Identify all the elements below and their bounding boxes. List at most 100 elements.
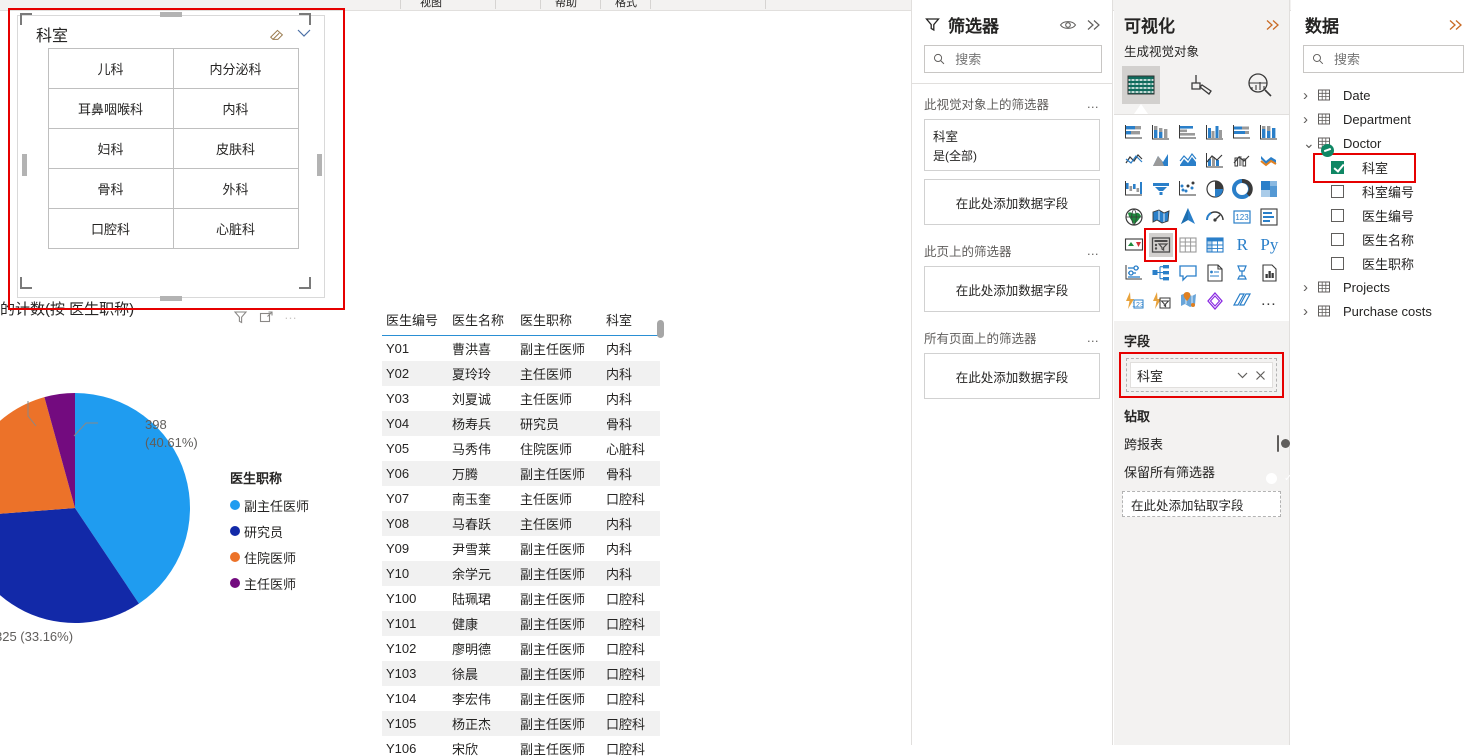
table-row[interactable]: Y101健康副主任医师口腔科 [382,611,660,636]
clustered-bar-chart-icon[interactable] [1174,119,1201,147]
table-row[interactable]: Y100陆珮珺副主任医师口腔科 [382,586,660,611]
table-row[interactable]: Y06万腾副主任医师骨科 [382,461,660,486]
drill-toggle-off[interactable] [1277,435,1279,452]
filled-map-icon[interactable] [1147,203,1174,231]
table-row[interactable]: Y102廖明德副主任医师口腔科 [382,636,660,661]
eraser-icon[interactable] [268,25,286,43]
analytics-icon[interactable] [1241,66,1279,104]
filters-search-input[interactable] [953,51,1093,68]
table-row[interactable]: Y03刘夏诚主任医师内科 [382,386,660,411]
slicer-item[interactable]: 内科 [173,88,299,129]
table-column-header[interactable]: 医生编号 [382,306,448,336]
table-body[interactable]: Y01曹洪喜副主任医师内科Y02夏玲玲主任医师内科Y03刘夏诚主任医师内科Y04… [382,336,660,756]
table-column-header[interactable]: 医生职称 [516,306,602,336]
table-row[interactable]: Y05马秀伟住院医师心脏科 [382,436,660,461]
filters-search-box[interactable] [924,45,1102,73]
azure-map-icon[interactable] [1174,203,1201,231]
slicer-footer-icons[interactable]: … [232,307,342,329]
slicer-item[interactable]: 口腔科 [48,208,174,249]
slicer-item-list[interactable]: 儿科内分泌科耳鼻咽喉科内科妇科皮肤科骨科外科口腔科心脏科 [48,48,298,248]
format-visual-icon[interactable] [1182,66,1220,104]
paginated-report-icon[interactable] [1229,259,1256,287]
python-visual-icon[interactable]: Py [1256,231,1283,259]
line-chart-icon[interactable] [1120,147,1147,175]
data-field-row[interactable]: 医生编号 [1291,203,1474,227]
slicer-visual-container[interactable]: 科室 儿科内分泌科耳鼻咽喉科内科妇科皮肤科骨科外科口腔科心脏科 [8,8,341,304]
treemap-icon[interactable] [1256,175,1283,203]
data-table-department[interactable]: ›Department [1291,107,1474,131]
chevron-double-right-icon[interactable] [1264,18,1281,32]
stacked-bar-chart-icon[interactable] [1120,119,1147,147]
slicer-item[interactable]: 心脏科 [173,208,299,249]
stacked-column-chart-icon[interactable] [1147,119,1174,147]
visualizations-pane[interactable]: 可视化 生成视觉对象 [1114,0,1290,745]
department-slicer[interactable]: 科室 儿科内分泌科耳鼻咽喉科内科妇科皮肤科骨科外科口腔科心脏科 [17,15,325,298]
r-script-visual-icon[interactable]: R [1229,231,1256,259]
field-well-dropzone[interactable]: 科室 [1126,358,1277,392]
doctor-table[interactable]: 医生编号医生名称医生职称科室 Y01曹洪喜副主任医师内科Y02夏玲玲主任医师内科… [382,306,660,756]
visual-gallery[interactable]: 123RPy123… [1114,114,1289,321]
scatter-chart-icon[interactable] [1174,175,1201,203]
resize-handle-right[interactable] [317,154,322,176]
legend-item[interactable]: 副主任医师 [230,492,309,518]
data-table-doctor[interactable]: ⌄Doctor [1291,131,1474,155]
matrix-icon[interactable] [1201,231,1228,259]
filter-dropzone[interactable]: 在此处添加数据字段 [924,179,1100,225]
more-options-icon[interactable]: … [1087,97,1101,111]
resize-handle-left[interactable] [22,154,27,176]
power-automate-icon[interactable] [1147,287,1174,315]
report-canvas[interactable]: 科室 儿科内分泌科耳鼻咽喉科内科妇科皮肤科骨科外科口腔科心脏科 … [0,11,910,745]
table-row[interactable]: Y103徐晨副主任医师口腔科 [382,661,660,686]
chevron-double-right-icon[interactable] [1085,18,1102,32]
funnel-chart-icon[interactable] [1147,175,1174,203]
chevron-right-icon[interactable]: › [1303,111,1317,128]
more-visuals-icon[interactable]: … [1256,287,1283,315]
table-row[interactable]: Y105杨正杰副主任医师口腔科 [382,711,660,736]
field-checkbox[interactable] [1331,209,1344,222]
stacked-area-chart-icon[interactable] [1174,147,1201,175]
legend-item[interactable]: 住院医师 [230,544,309,570]
slicer-item[interactable]: 皮肤科 [173,128,299,169]
chevron-right-icon[interactable]: › [1303,279,1317,296]
chevron-right-icon[interactable]: › [1303,303,1317,320]
100-stacked-column-chart-icon[interactable] [1256,119,1283,147]
legend-item[interactable]: 主任医师 [230,570,309,596]
filter-dropzone[interactable]: 在此处添加数据字段 [924,353,1100,399]
field-chip-department[interactable]: 科室 [1130,362,1273,388]
multi-row-card-icon[interactable] [1256,203,1283,231]
drill-dropzone[interactable]: 在此处添加钻取字段 [1122,491,1281,517]
table-row[interactable]: Y106宋欣副主任医师口腔科 [382,736,660,756]
power-bi-icon[interactable] [1229,287,1256,315]
filters-sections[interactable]: 此视觉对象上的筛选器…科室是(全部)在此处添加数据字段此页上的筛选器…在此处添加… [912,83,1112,399]
key-influencers-icon[interactable] [1120,259,1147,287]
more-options-icon[interactable]: … [1087,331,1101,345]
line-and-stacked-column-icon[interactable] [1201,147,1228,175]
100-stacked-bar-chart-icon[interactable] [1229,119,1256,147]
pie-legend[interactable]: 医生职称 副主任医师研究员住院医师主任医师 [230,468,309,596]
ribbon-chart-icon[interactable] [1256,147,1283,175]
pie-chart-icon[interactable] [1201,175,1228,203]
table-header-row[interactable]: 医生编号医生名称医生职称科室 [382,306,660,336]
data-table-date[interactable]: ›Date [1291,83,1474,107]
ribbon-tab[interactable]: 格式 [615,0,637,10]
power-apps-icon[interactable]: 123 [1120,287,1147,315]
table-row[interactable]: Y104李宏伟副主任医师口腔科 [382,686,660,711]
kpi-icon[interactable] [1120,231,1147,259]
legend-item[interactable]: 研究员 [230,518,309,544]
donut-chart-icon[interactable] [1229,175,1256,203]
slicer-item[interactable]: 儿科 [48,48,174,89]
table-column-header[interactable]: 科室 [602,306,660,336]
more-options-icon[interactable]: … [1087,244,1101,258]
doctor-table-visual[interactable]: 医生编号医生名称医生职称科室 Y01曹洪喜副主任医师内科Y02夏玲玲主任医师内科… [382,306,664,756]
pie-chart-visual[interactable]: 的计数(按 医生职称) 398 (40.61%)325 (33.16%)42 (… [0,298,380,718]
eye-icon[interactable] [1059,18,1077,32]
visio-icon[interactable] [1201,287,1228,315]
ribbon-tab[interactable]: 视图 [420,0,442,10]
chevron-down-icon[interactable]: ⌄ [1303,138,1317,148]
chevron-down-icon[interactable] [1236,370,1249,380]
smart-narrative-icon[interactable] [1201,259,1228,287]
waterfall-chart-icon[interactable] [1120,175,1147,203]
data-table-purchase-costs[interactable]: ›Purchase costs [1291,299,1474,323]
map-icon[interactable] [1120,203,1147,231]
resize-handle-bottom[interactable] [160,296,182,301]
